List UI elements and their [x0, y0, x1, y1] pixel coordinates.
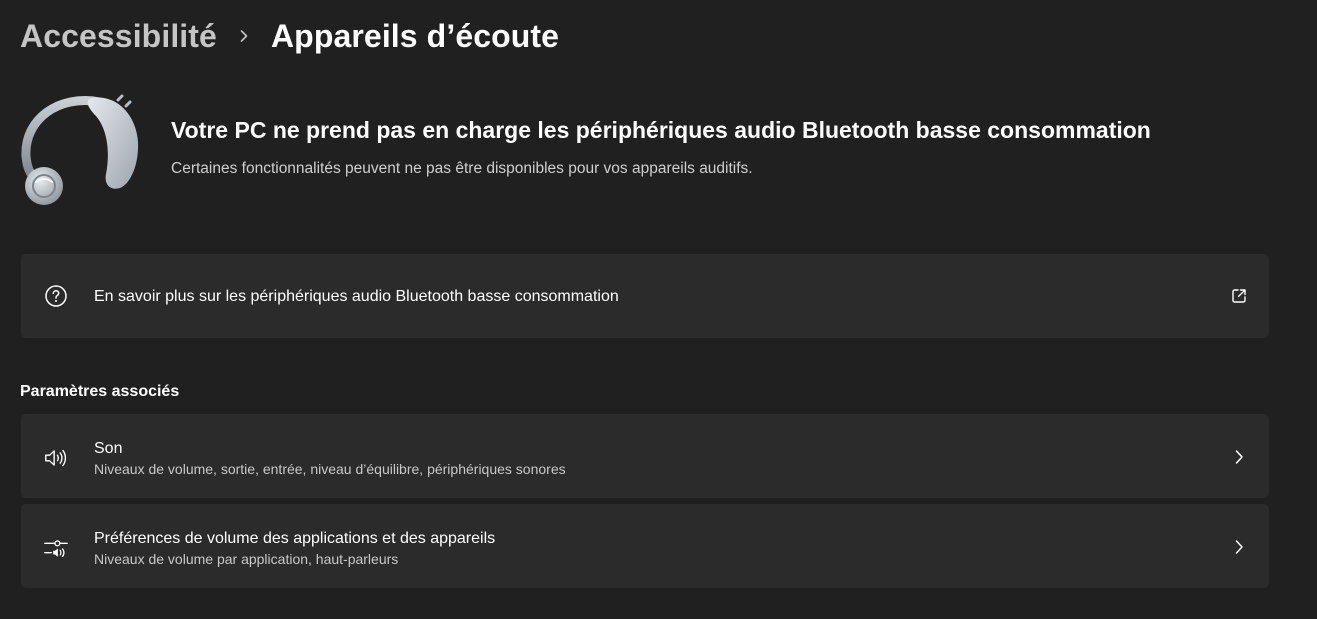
- related-settings-heading: Paramètres associés: [20, 383, 180, 400]
- volume-mixer-icon: [43, 535, 69, 561]
- learn-more-label: En savoir plus sur les périphériques aud…: [94, 288, 619, 305]
- help-circle-icon: [43, 283, 69, 309]
- learn-more-link-card[interactable]: En savoir plus sur les périphériques aud…: [21, 254, 1269, 338]
- hearing-aid-illustration: [18, 90, 146, 208]
- speaker-icon: [43, 445, 69, 471]
- sound-settings-title: Son: [94, 440, 123, 457]
- chevron-right-icon: [1229, 447, 1249, 467]
- sound-settings-item[interactable]: Son Niveaux de volume, sortie, entrée, n…: [21, 414, 1269, 498]
- chevron-right-icon: [1229, 537, 1249, 557]
- unsupported-banner: Votre PC ne prend pas en charge les péri…: [18, 88, 1278, 210]
- breadcrumb: Accessibilité Appareils d’écoute: [20, 12, 559, 60]
- app-volume-preferences-title: Préférences de volume des applications e…: [94, 530, 496, 547]
- banner-description: Certaines fonctionnalités peuvent ne pas…: [171, 160, 753, 177]
- page-title: Appareils d’écoute: [270, 17, 560, 54]
- app-volume-preferences-item[interactable]: Préférences de volume des applications e…: [21, 504, 1269, 588]
- banner-title: Votre PC ne prend pas en charge les péri…: [171, 117, 1151, 143]
- breadcrumb-parent-accessibility[interactable]: Accessibilité: [20, 18, 217, 55]
- chevron-right-icon: [217, 12, 271, 60]
- sound-settings-subtitle: Niveaux de volume, sortie, entrée, nivea…: [94, 461, 566, 477]
- external-link-icon: [1229, 286, 1249, 306]
- app-volume-preferences-subtitle: Niveaux de volume par application, haut-…: [94, 551, 399, 567]
